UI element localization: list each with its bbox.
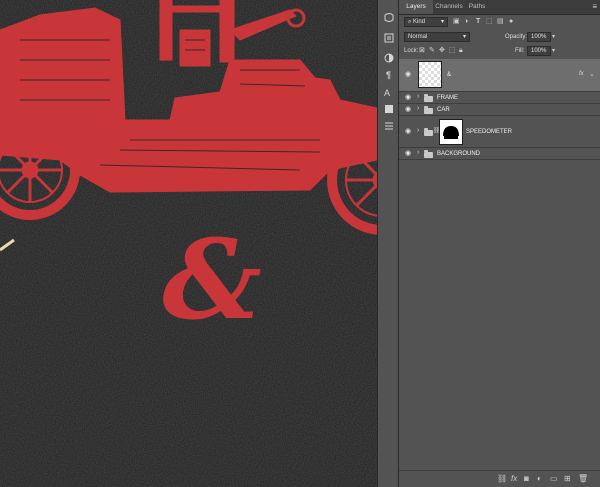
chevron-down-icon: ▾ [462,34,466,40]
smart-object-filter-icon[interactable]: ▤ [497,17,504,27]
layer-name[interactable]: CAR [437,106,450,114]
layer-row-ampersand[interactable]: ◉ & fx ⌄ [399,59,600,92]
chevron-down-icon[interactable]: ▾ [552,46,555,56]
svg-text:A: A [384,88,390,98]
tab-paths[interactable]: Paths [465,0,489,14]
image-filter-icon[interactable]: ▣ [453,17,460,27]
panel-dock-strip: ¶ A [377,0,399,487]
link-icon[interactable]: ⛓ [497,474,507,484]
character-icon[interactable]: A [381,84,396,99]
layer-name[interactable]: & [447,71,451,79]
fill-field[interactable]: 100% [527,46,551,56]
filter-kind-value: Kind [413,19,426,25]
trash-icon[interactable]: 🗑︎ [578,474,588,484]
layer-row-speedometer[interactable]: ◉ › ⛓ SPEEDOMETER [399,116,600,148]
blend-mode-select[interactable]: Normal ▾ [404,32,470,42]
fill-label: Fill: [515,48,525,54]
mask-thumbnail[interactable] [439,119,463,145]
fx-badge[interactable]: fx [579,70,584,78]
fill-value: 100% [531,48,547,54]
fx-icon[interactable]: fx [511,474,517,484]
folder-icon[interactable]: ▭ [550,474,558,484]
tab-layers[interactable]: Layers [399,0,433,14]
search-icon: ⌕ [408,19,412,25]
folder-icon [424,128,433,136]
lock-label: Lock: [404,48,419,54]
adjustment-filter-icon[interactable]: ◑ [464,17,468,27]
type-filter-icon[interactable]: T [476,17,480,27]
document-canvas[interactable]: & [0,0,377,487]
layer-row-background[interactable]: ◉ › BACKGROUND [399,148,600,160]
layer-name[interactable]: SPEEDOMETER [466,128,512,136]
lock-pixels-icon[interactable]: ✎ [429,46,435,56]
chevron-down-icon: ▾ [440,19,444,25]
folder-icon [424,150,433,158]
filter-toggle-icon[interactable]: ● [509,17,513,27]
panel-tabs: Layers Channels Paths ≡ [399,0,600,15]
new-layer-icon[interactable]: ⊞ [564,474,571,484]
blend-mode-value: Normal [408,34,428,40]
tab-channels[interactable]: Channels [433,0,465,14]
lock-position-icon[interactable]: ✥ [439,46,445,56]
ampersand-glyph: & [162,215,261,344]
layers-panel: Layers Channels Paths ≡ ⌕ Kind ▾ ▣ ◑ T ⬚… [398,0,600,487]
layer-thumbnail[interactable] [418,61,442,88]
artwork: & [0,0,377,487]
chevron-right-icon[interactable]: › [417,93,419,100]
layer-name[interactable]: FRAME [437,94,458,102]
adjustments-icon[interactable] [381,50,396,65]
eye-icon[interactable]: ◉ [405,128,414,135]
adjustment-icon[interactable]: ◐ [537,474,542,484]
shape-filter-icon[interactable]: ⬚ [486,17,493,27]
properties-icon[interactable] [381,30,396,45]
history-icon[interactable] [381,10,396,25]
layer-name[interactable]: BACKGROUND [437,150,480,158]
opacity-field[interactable]: 100% [527,32,551,42]
panel-menu-icon[interactable]: ≡ [592,2,597,11]
lock-row: Lock: ⊠ ✎ ✥ ⬚ 🔒︎ Fill: 100% ▾ [399,46,600,58]
eye-icon[interactable]: ◉ [405,106,414,113]
opacity-value: 100% [531,34,547,40]
mask-icon[interactable]: ◙ [524,474,529,484]
filter-row: ⌕ Kind ▾ ▣ ◑ T ⬚ ▤ ● [399,17,600,29]
chevron-right-icon[interactable]: › [417,127,419,134]
chevron-right-icon[interactable]: › [417,105,419,112]
chevron-down-icon[interactable]: ⌄ [589,70,595,78]
blend-row: Normal ▾ Opacity: 100% ▾ [399,32,600,44]
chevron-down-icon[interactable]: ▾ [552,32,555,42]
layers-bottom-bar: ⛓ fx ◙ ◐ ▭ ⊞ 🗑︎ [399,470,600,487]
styles-icon[interactable] [381,101,396,116]
align-icon[interactable] [381,118,396,133]
chevron-right-icon[interactable]: › [417,149,419,156]
eye-icon[interactable]: ◉ [405,150,414,157]
folder-icon [424,94,433,102]
eye-icon[interactable]: ◉ [405,94,414,101]
paragraph-icon[interactable]: ¶ [381,67,396,82]
lock-all-icon[interactable]: 🔒︎ [459,46,463,56]
speedometer-mask-icon [443,126,459,139]
filter-kind-select[interactable]: ⌕ Kind ▾ [404,17,448,27]
lock-transparent-icon[interactable]: ⊠ [419,46,425,56]
opacity-label: Opacity: [505,34,528,40]
lock-artboard-icon[interactable]: ⬚ [449,46,456,56]
layer-row-frame[interactable]: ◉ › FRAME [399,92,600,104]
folder-icon [424,106,433,114]
layer-row-car[interactable]: ◉ › CAR [399,104,600,116]
eye-icon[interactable]: ◉ [405,71,414,78]
